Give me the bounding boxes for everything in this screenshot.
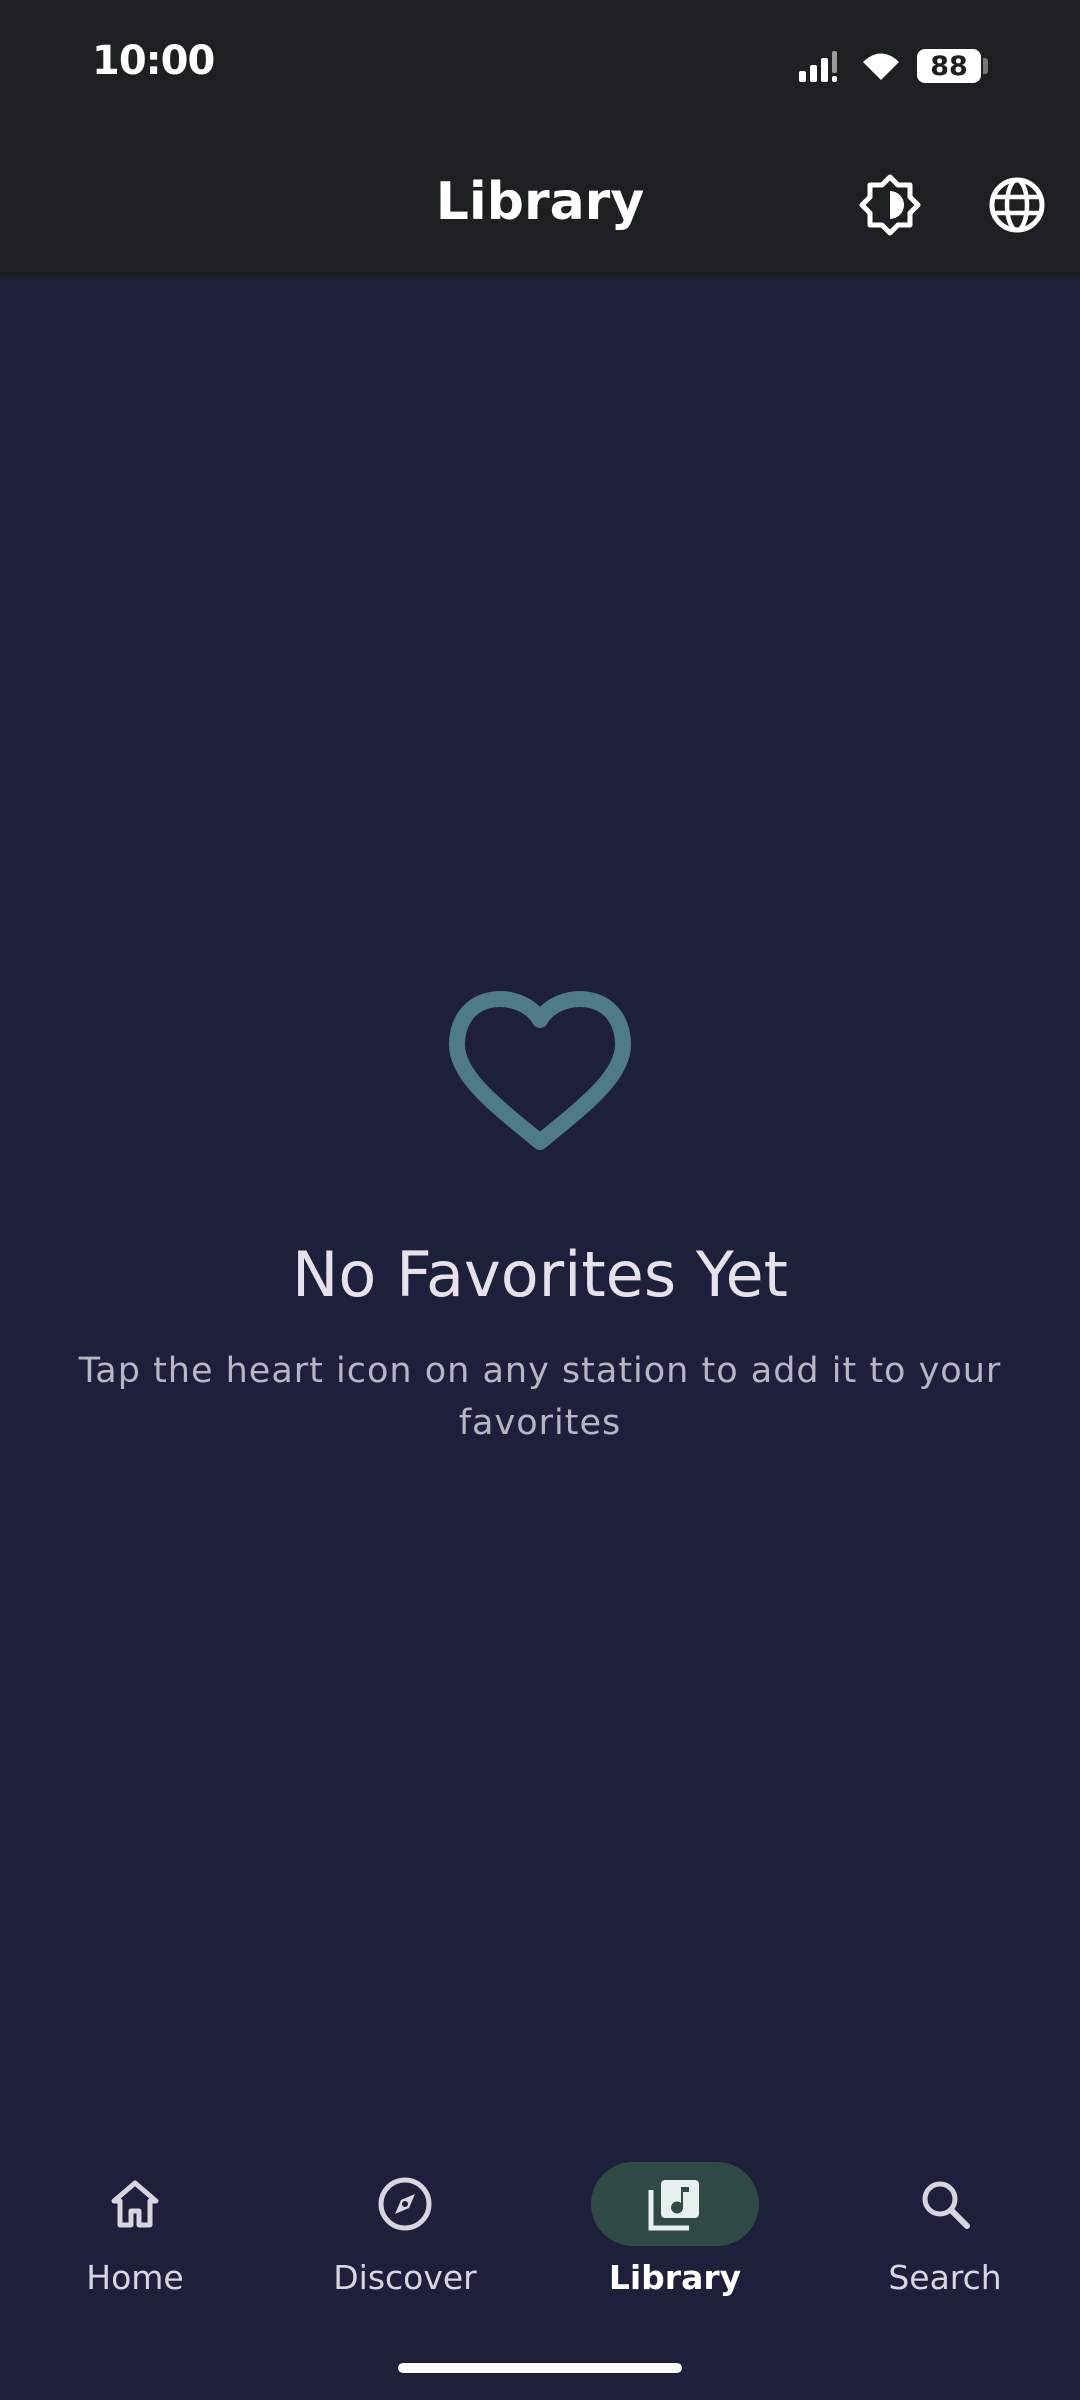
nav-label-home: Home xyxy=(86,2258,184,2297)
nav-item-discover[interactable]: Discover xyxy=(270,2140,540,2340)
bottom-navigation: Home Discover Library Search xyxy=(0,2140,1080,2340)
nav-item-library[interactable]: Library xyxy=(540,2140,810,2340)
theme-toggle-button[interactable] xyxy=(855,170,925,240)
nav-item-search[interactable]: Search xyxy=(810,2140,1080,2340)
nav-label-library: Library xyxy=(608,2258,742,2297)
home-indicator[interactable] xyxy=(398,2363,682,2373)
globe-icon xyxy=(989,177,1045,233)
nav-icon-container xyxy=(321,2162,489,2246)
screen: 10:00 88 Library No Favorites Yet Tap th… xyxy=(0,0,1080,2400)
search-icon xyxy=(922,2181,970,2229)
nav-label-search: Search xyxy=(888,2258,1002,2297)
wifi-icon xyxy=(863,53,899,80)
nav-label-discover: Discover xyxy=(333,2258,477,2297)
battery-tip xyxy=(983,58,988,74)
battery-level: 88 xyxy=(930,50,968,82)
empty-state-subtitle: Tap the heart icon on any station to add… xyxy=(78,1351,1002,1443)
nav-icon-container-active xyxy=(591,2162,759,2246)
battery-icon: 88 xyxy=(917,49,981,83)
header: 10:00 88 Library xyxy=(0,0,1080,279)
signal-icon xyxy=(799,51,837,82)
home-icon xyxy=(111,2180,159,2228)
battery-indicator: 88 xyxy=(917,49,988,83)
status-time: 10:00 xyxy=(92,38,215,84)
empty-state-title: No Favorites Yet xyxy=(292,1238,788,1311)
compass-icon xyxy=(378,2177,432,2231)
language-button[interactable] xyxy=(982,170,1052,240)
status-icons: 88 xyxy=(797,46,988,86)
empty-state: No Favorites Yet Tap the heart icon on a… xyxy=(0,980,1080,1449)
library-music-icon xyxy=(648,2180,699,2231)
nav-icon-container xyxy=(51,2162,219,2246)
nav-item-home[interactable]: Home xyxy=(0,2140,270,2340)
heart-outline-icon xyxy=(449,991,631,1150)
nav-icon-container xyxy=(861,2162,1029,2246)
brightness-icon xyxy=(859,174,921,236)
